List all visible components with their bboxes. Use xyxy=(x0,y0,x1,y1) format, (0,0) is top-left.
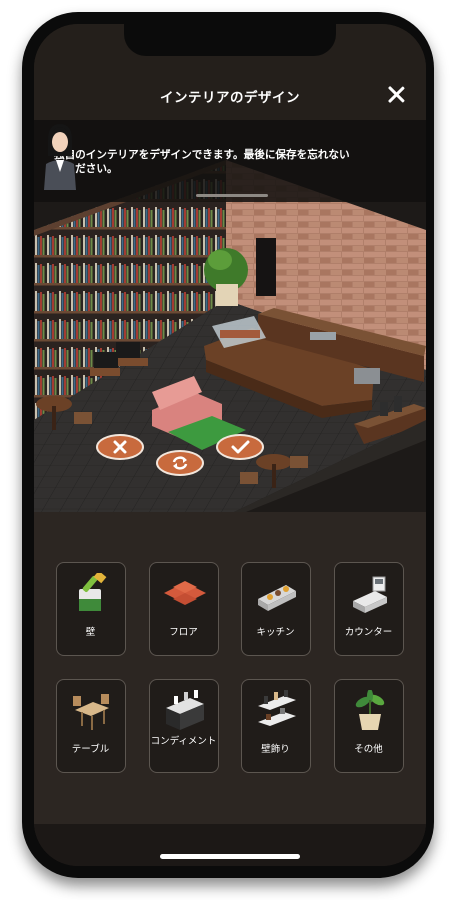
table-chairs-icon xyxy=(73,694,109,730)
confirm-button[interactable] xyxy=(216,434,264,460)
category-label: コンディメント xyxy=(150,736,217,747)
paint-bucket-icon xyxy=(79,573,107,611)
category-floor[interactable]: フロア xyxy=(149,562,219,656)
plant-icon xyxy=(355,690,385,730)
close-icon xyxy=(113,440,127,454)
home-indicator[interactable] xyxy=(160,854,300,859)
instruction-banner: 独自のインテリアをデザインできます。最後に保存を忘れないでください。 xyxy=(34,120,426,202)
category-label: 壁飾り xyxy=(261,744,290,755)
close-icon[interactable] xyxy=(384,83,408,107)
instruction-text: 独自のインテリアをデザインできます。最後に保存を忘れないでください。 xyxy=(54,149,350,175)
guide-character-icon xyxy=(44,124,76,190)
floor-tiles-icon xyxy=(164,581,206,605)
bottom-bar xyxy=(34,824,426,866)
category-wall-decor[interactable]: 壁飾り xyxy=(241,679,311,773)
cancel-button[interactable] xyxy=(96,434,144,460)
interior-preview: 独自のインテリアをデザインできます。最後に保存を忘れないでください。 xyxy=(34,120,426,512)
kitchen-icon xyxy=(258,585,296,611)
rotate-icon xyxy=(172,456,188,470)
wall-shelf-icon xyxy=(258,690,296,726)
category-condiment[interactable]: コンディメント xyxy=(149,679,219,773)
category-label: フロア xyxy=(169,627,198,638)
category-other[interactable]: その他 xyxy=(334,679,404,773)
rotate-button[interactable] xyxy=(156,450,204,476)
scroll-indicator xyxy=(196,194,268,197)
condiment-icon xyxy=(166,690,204,730)
category-label: カウンター xyxy=(344,627,393,638)
category-label: その他 xyxy=(354,744,383,755)
app-screen: インテリアのデザイン 独自のインテリアをデザインできます。最後に保存を忘れないで… xyxy=(34,24,426,866)
category-label: 壁 xyxy=(85,627,96,638)
cash-register-icon xyxy=(353,576,387,613)
category-counter[interactable]: カウンター xyxy=(334,562,404,656)
checkmark-icon xyxy=(231,440,250,454)
category-label: テーブル xyxy=(71,744,110,755)
category-panel: 壁 フロア キッチン カウンター テーブル コンディメント 壁飾り その他 xyxy=(34,512,426,824)
page-title: インテリアのデザイン xyxy=(160,90,300,106)
category-label: キッチン xyxy=(256,627,295,638)
category-kitchen[interactable]: キッチン xyxy=(241,562,311,656)
category-wall[interactable]: 壁 xyxy=(56,562,126,656)
phone-notch xyxy=(124,24,336,56)
category-table[interactable]: テーブル xyxy=(56,679,126,773)
